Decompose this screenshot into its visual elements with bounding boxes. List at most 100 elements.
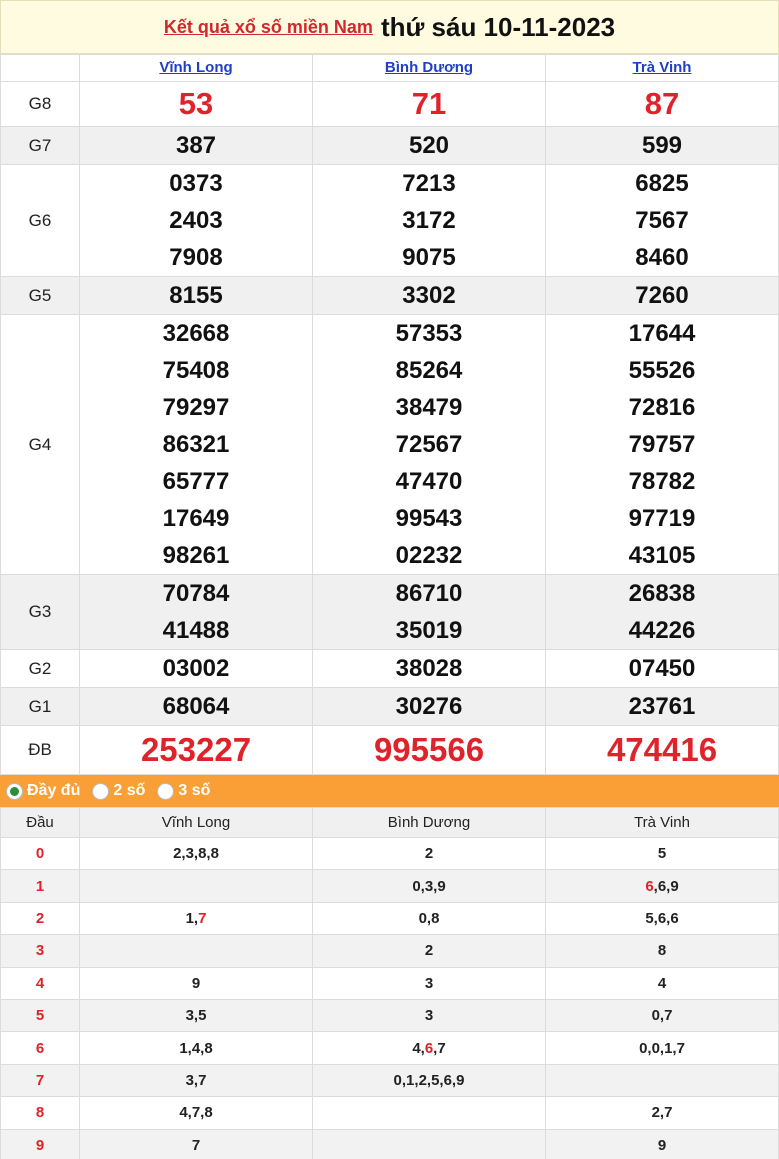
prize-number: 72816 bbox=[628, 394, 696, 421]
prize-number: 23761 bbox=[628, 693, 696, 720]
province-header: Trà Vinh bbox=[545, 54, 779, 82]
loto-row: 9 7 9 bbox=[0, 1128, 779, 1159]
prize-cell: 32668 75408 79297 86321 65777 17649 98261 bbox=[79, 314, 313, 575]
loto-row: 8 4,7,8 2,7 bbox=[0, 1096, 779, 1130]
prize-label: G6 bbox=[0, 164, 80, 277]
province-link[interactable]: Vĩnh Long bbox=[159, 59, 232, 76]
loto-province-header: Vĩnh Long bbox=[79, 807, 313, 838]
prize-row: G6 0373 2403 7908 7213 3172 9075 6825 7567 8460 bbox=[0, 164, 779, 277]
prize-number: 3172 bbox=[402, 207, 456, 234]
prize-number: 995566 bbox=[373, 731, 485, 768]
loto-cell: 9 bbox=[79, 966, 313, 1000]
loto-digits: 2,3,8,8 bbox=[173, 845, 219, 863]
loto-cell: 9 bbox=[545, 1128, 779, 1159]
results-title-link[interactable]: Kết quả xổ số miền Nam bbox=[164, 17, 373, 38]
prize-number: 02232 bbox=[395, 542, 463, 569]
prize-number: 98261 bbox=[162, 542, 230, 569]
dau-digit: 6 bbox=[0, 1031, 80, 1065]
prize-number: 85264 bbox=[395, 357, 463, 384]
prize-cell: 995566 bbox=[312, 725, 546, 775]
loto-digits: 9 bbox=[191, 974, 201, 992]
prize-number: 474416 bbox=[606, 731, 718, 768]
dau-digit: 7 bbox=[0, 1063, 80, 1098]
loto-digits: 6 bbox=[424, 1039, 434, 1057]
loto-digits: 0,0,1,7 bbox=[639, 1039, 685, 1057]
radio-icon[interactable] bbox=[6, 782, 23, 800]
filter-option-2[interactable]: 2 số bbox=[92, 782, 145, 800]
loto-cell bbox=[312, 1096, 546, 1130]
loto-row: 6 1,4,8 4,6,7 0,0,1,7 bbox=[0, 1031, 779, 1065]
prize-number: 30276 bbox=[395, 693, 463, 720]
loto-row: 7 3,7 0,1,2,5,6,9 bbox=[0, 1063, 779, 1098]
prize-cell: 474416 bbox=[545, 725, 779, 775]
prize-number: 55526 bbox=[628, 357, 696, 384]
loto-cell: 2,7 bbox=[545, 1096, 779, 1130]
prize-number: 72567 bbox=[395, 431, 463, 458]
loto-digits: 0,8 bbox=[418, 909, 440, 927]
loto-row: 0 2,3,8,8 2 5 bbox=[0, 836, 779, 871]
radio-icon[interactable] bbox=[92, 782, 110, 800]
prize-number: 47470 bbox=[395, 468, 463, 495]
prize-number: 7260 bbox=[635, 282, 689, 309]
loto-cell: 0,8 bbox=[312, 901, 546, 936]
prize-number: 9075 bbox=[402, 244, 456, 271]
loto-table: Đầu Vĩnh Long Bình Dương Trà Vinh 0 2,3,8… bbox=[0, 807, 779, 1159]
prize-cell: 6825 7567 8460 bbox=[545, 164, 779, 277]
draw-date: thứ sáu 10-11-2023 bbox=[380, 11, 616, 42]
loto-digits: 2 bbox=[424, 942, 434, 960]
prize-cell: 87 bbox=[545, 81, 779, 127]
loto-cell: 2 bbox=[312, 836, 546, 871]
results-table: Vĩnh Long Bình Dương Trà Vinh G8 53 71 87 G7… bbox=[0, 54, 779, 775]
prize-row: ĐB 253227 995566 474416 bbox=[0, 725, 779, 775]
prize-label: G8 bbox=[0, 81, 80, 127]
prize-row: G8 53 71 87 bbox=[0, 81, 779, 127]
loto-cell: 6,6,9 bbox=[545, 869, 779, 903]
loto-cell: 2,3,8,8 bbox=[79, 836, 313, 871]
loto-digits: 9 bbox=[657, 1136, 667, 1154]
loto-cell: 8 bbox=[545, 934, 779, 968]
province-link[interactable]: Bình Dương bbox=[385, 59, 473, 76]
prize-label: G3 bbox=[0, 574, 80, 650]
prize-cell: 0373 2403 7908 bbox=[79, 164, 313, 277]
filter-option-full[interactable]: Đầy đủ bbox=[6, 782, 80, 800]
loto-digits: ,6,9 bbox=[653, 877, 679, 895]
dau-digit: 3 bbox=[0, 934, 80, 968]
filter-option-3[interactable]: 3 số bbox=[157, 782, 210, 800]
dau-digit: 5 bbox=[0, 998, 80, 1033]
filter-label: 3 số bbox=[178, 782, 211, 799]
prize-label: ĐB bbox=[0, 725, 80, 775]
prize-cell: 70784 41488 bbox=[79, 574, 313, 650]
filter-label: 2 số bbox=[113, 782, 146, 799]
dau-digit: 8 bbox=[0, 1096, 80, 1130]
prize-cell: 8155 bbox=[79, 276, 313, 315]
loto-row: 2 1,7 0,8 5,6,6 bbox=[0, 901, 779, 936]
filter-label: Đầy đủ bbox=[27, 782, 81, 799]
prize-number: 79297 bbox=[162, 394, 230, 421]
loto-digits: 3 bbox=[424, 974, 434, 992]
loto-digits: 3,5 bbox=[185, 1007, 207, 1025]
prize-cell: 387 bbox=[79, 126, 313, 165]
prize-number: 7908 bbox=[169, 244, 223, 271]
prize-cell: 17644 55526 72816 79757 78782 97719 43105 bbox=[545, 314, 779, 575]
prize-cell: 7213 3172 9075 bbox=[312, 164, 546, 277]
prize-cell: 86710 35019 bbox=[312, 574, 546, 650]
prize-number: 78782 bbox=[628, 468, 696, 495]
prize-number: 253227 bbox=[140, 731, 252, 768]
loto-digits: 4,7,8 bbox=[179, 1104, 213, 1122]
prize-cell: 520 bbox=[312, 126, 546, 165]
prize-number: 86710 bbox=[395, 580, 463, 607]
prize-cell: 23761 bbox=[545, 687, 779, 726]
loto-cell bbox=[79, 934, 313, 968]
loto-row: 3 2 8 bbox=[0, 934, 779, 968]
loto-province-header: Bình Dương bbox=[312, 807, 546, 838]
loto-cell bbox=[79, 869, 313, 903]
radio-icon[interactable] bbox=[157, 782, 175, 800]
prize-number: 41488 bbox=[162, 617, 230, 644]
prize-number: 7567 bbox=[635, 207, 689, 234]
loto-digits: 7 bbox=[191, 1136, 201, 1154]
prize-row: G2 03002 38028 07450 bbox=[0, 649, 779, 688]
prize-number: 97719 bbox=[628, 505, 696, 532]
prize-label: G2 bbox=[0, 649, 80, 688]
loto-digits: 0,3,9 bbox=[412, 877, 446, 895]
province-link[interactable]: Trà Vinh bbox=[633, 59, 692, 76]
